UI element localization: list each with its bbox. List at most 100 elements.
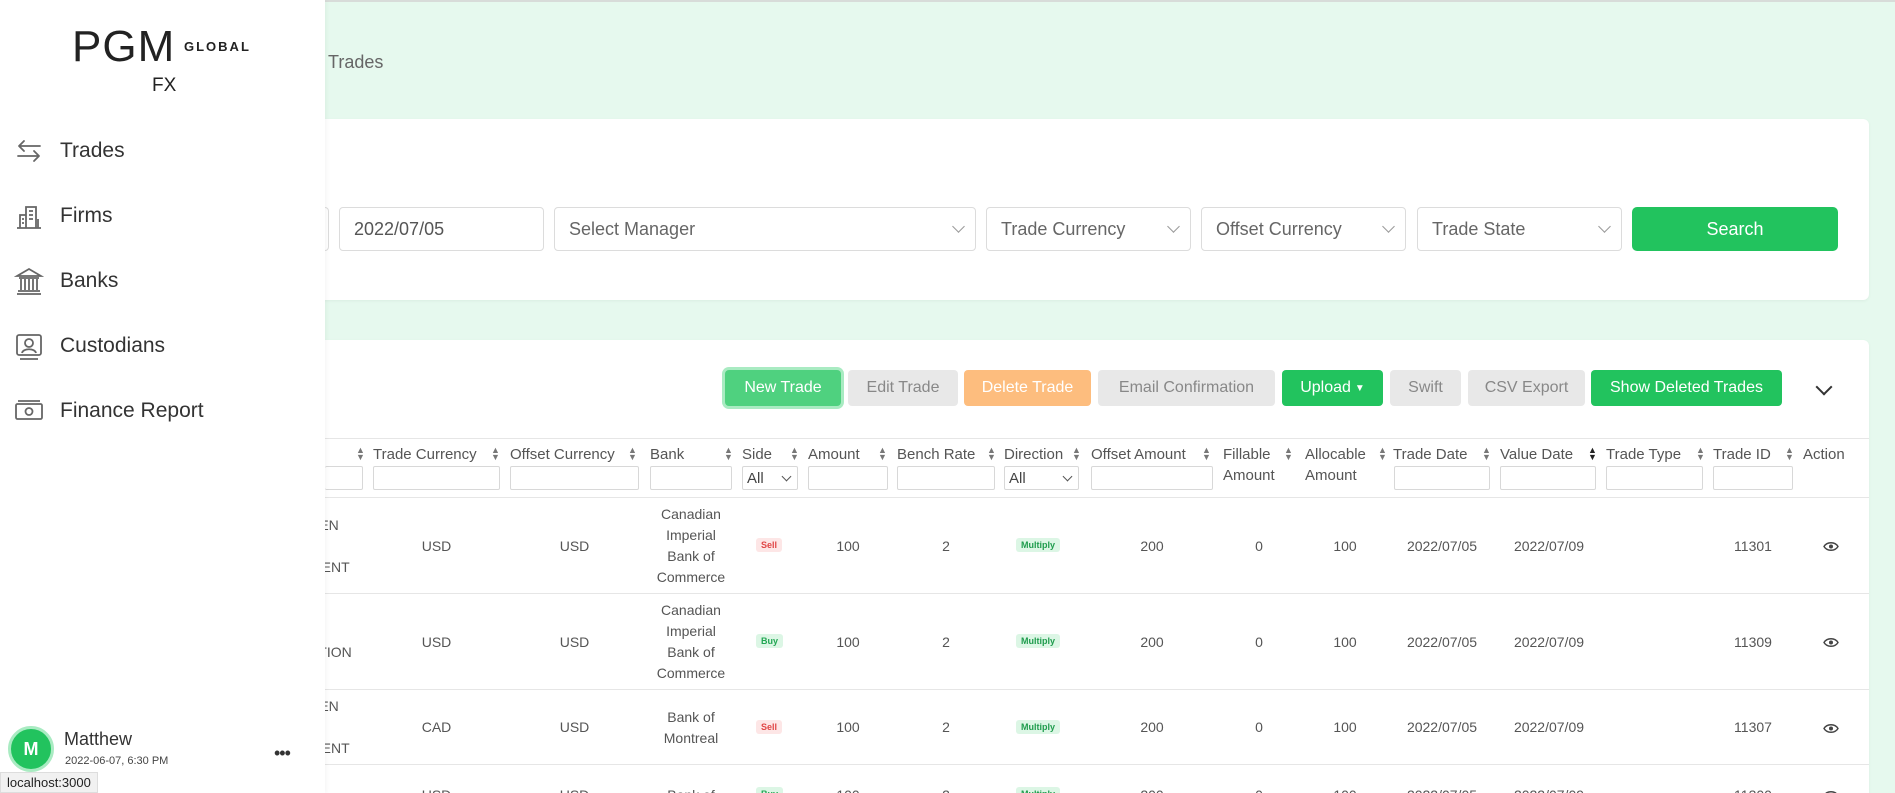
direction-filter-select[interactable]: All (1004, 466, 1079, 490)
header-trade-id[interactable]: Trade ID (1713, 444, 1771, 465)
upload-button[interactable]: Upload ▼ (1282, 370, 1383, 406)
cell-bench-rate: 2 (897, 785, 995, 793)
avatar[interactable]: M (8, 726, 54, 772)
sort-icon[interactable]: ▲ ▼ (1696, 446, 1705, 462)
manager-select[interactable]: Select Manager (554, 207, 976, 251)
cell-trade-currency: USD (421, 537, 452, 554)
trade-type-filter-input[interactable] (1606, 466, 1703, 490)
delete-trade-button[interactable]: Delete Trade (964, 370, 1091, 406)
brand-logo: PGM (72, 22, 176, 71)
sidebar: PGM GLOBAL FX Trades Firms Banks Custodi… (0, 0, 325, 793)
sidebar-item-trades[interactable]: Trades (14, 134, 314, 168)
header-trade-currency[interactable]: Trade Currency (373, 444, 477, 465)
cell-fillable: 0 (1255, 633, 1263, 650)
cell-offset-amount: 200 (1140, 633, 1164, 650)
sort-icon[interactable]: ▲ ▼ (1482, 446, 1491, 462)
sort-icon[interactable]: ▲ ▼ (628, 446, 637, 462)
header-direction[interactable]: Direction (1004, 444, 1063, 465)
bench-rate-filter-input[interactable] (897, 466, 995, 490)
brand-logo-sub: GLOBAL (184, 39, 251, 54)
value-date-filter-input[interactable] (1500, 466, 1596, 490)
sort-icon[interactable]: ▲ ▼ (790, 446, 799, 462)
view-eye-icon[interactable] (1823, 637, 1839, 648)
cell-amount: 100 (836, 633, 860, 650)
cell-trade-currency: USD (421, 633, 452, 650)
trade-state-select[interactable]: Trade State (1417, 207, 1622, 251)
direction-badge: Multiply (1016, 719, 1060, 734)
more-menu-icon[interactable]: ••• (274, 743, 291, 764)
sort-icon[interactable]: ▲ ▼ (1202, 446, 1211, 462)
amount-filter-input[interactable] (808, 466, 888, 490)
sidebar-item-custodians[interactable]: Custodians (14, 329, 314, 363)
cell-bank: Canadian Imperial Bank of Commerce (656, 602, 726, 681)
trade-currency-filter-input[interactable] (373, 466, 500, 490)
header-value-date[interactable]: Value Date (1500, 444, 1573, 465)
cell-offset-currency: USD (559, 719, 590, 735)
trade-currency-select[interactable]: Trade Currency (986, 207, 1191, 251)
sort-icon[interactable]: ▲ ▼ (1284, 446, 1293, 462)
cell-amount: 100 (808, 785, 888, 793)
direction-filter-value: All (1009, 469, 1026, 487)
cell-offset-currency: USD (559, 537, 590, 554)
header-side[interactable]: Side (742, 444, 772, 465)
show-deleted-trades-button[interactable]: Show Deleted Trades (1591, 370, 1782, 406)
email-confirmation-button[interactable]: Email Confirmation (1098, 370, 1275, 406)
status-bar-url: localhost:3000 (0, 772, 98, 793)
cell-value-date: 2022/07/09 (1500, 785, 1598, 793)
trade-state-placeholder: Trade State (1432, 218, 1526, 239)
sort-icon[interactable]: ▲ ▼ (724, 446, 733, 462)
new-trade-button[interactable]: New Trade (725, 370, 841, 406)
direction-badge: Multiply (1016, 634, 1060, 648)
header-bank[interactable]: Bank (650, 444, 684, 465)
cell-value-date: 2022/07/09 (1513, 633, 1585, 650)
sort-icon[interactable]: ▲ ▼ (1785, 446, 1794, 462)
header-trade-type[interactable]: Trade Type (1606, 444, 1681, 465)
header-bench-rate[interactable]: Bench Rate (897, 444, 975, 465)
arrows-exchange-icon (17, 140, 41, 162)
trade-date-filter-input[interactable] (1394, 466, 1490, 490)
chevron-down-icon (1598, 220, 1611, 233)
header-trade-date[interactable]: Trade Date (1393, 444, 1467, 465)
sort-icon[interactable]: ▲ ▼ (491, 446, 500, 462)
cell-allocable: 100 (1333, 633, 1357, 650)
header-fillable-amount[interactable]: Fillable Amount (1223, 444, 1278, 486)
offset-amount-filter-input[interactable] (1091, 466, 1213, 490)
chevron-down-icon (952, 220, 965, 233)
side-badge: Sell (756, 719, 783, 734)
cell-fillable: 0 (1223, 785, 1295, 793)
date-input[interactable]: 2022/07/05 (339, 207, 544, 251)
sort-icon[interactable]: ▲ ▼ (987, 446, 996, 462)
sidebar-item-firms[interactable]: Firms (14, 199, 314, 233)
upload-label: Upload (1300, 379, 1351, 396)
cell-offset-amount: 200 (1140, 719, 1164, 735)
view-eye-icon[interactable] (1823, 541, 1839, 552)
sidebar-item-label: Trades (60, 139, 125, 162)
offset-currency-select[interactable]: Offset Currency (1201, 207, 1406, 251)
sort-icon[interactable]: ▲ ▼ (878, 446, 887, 462)
sort-icon[interactable]: ▲ ▼ (356, 446, 365, 462)
side-filter-select[interactable]: All (742, 466, 798, 490)
header-offset-amount[interactable]: Offset Amount (1091, 444, 1186, 465)
header-amount[interactable]: Amount (808, 444, 860, 465)
trade-id-filter-input[interactable] (1713, 466, 1793, 490)
bank-filter-input[interactable] (650, 466, 732, 490)
sort-icon[interactable]: ▲ ▼ (1378, 446, 1387, 462)
firm-filter-input[interactable] (325, 466, 363, 490)
header-offset-currency[interactable]: Offset Currency (510, 444, 615, 465)
view-eye-icon[interactable] (1823, 723, 1839, 734)
sort-active-icon[interactable]: ▲ ▼ (1588, 446, 1597, 462)
sidebar-item-banks[interactable]: Banks (14, 264, 314, 298)
breadcrumb[interactable]: Trades (328, 52, 383, 73)
sort-icon[interactable]: ▲ ▼ (1072, 446, 1081, 462)
cell-trade-date: 2022/07/05 (1406, 633, 1478, 650)
sidebar-item-finance-report[interactable]: Finance Report (14, 394, 314, 428)
offset-currency-filter-input[interactable] (510, 466, 639, 490)
csv-export-button[interactable]: CSV Export (1468, 370, 1585, 406)
search-button[interactable]: Search (1632, 207, 1838, 251)
edit-trade-button[interactable]: Edit Trade (848, 370, 958, 406)
user-name: Matthew (64, 729, 133, 749)
cell-trade-id: 11300 (1713, 785, 1793, 793)
cell-trade-id: 11309 (1734, 633, 1772, 650)
swift-button[interactable]: Swift (1390, 370, 1461, 406)
header-allocable-amount[interactable]: Allocable Amount (1305, 444, 1373, 486)
